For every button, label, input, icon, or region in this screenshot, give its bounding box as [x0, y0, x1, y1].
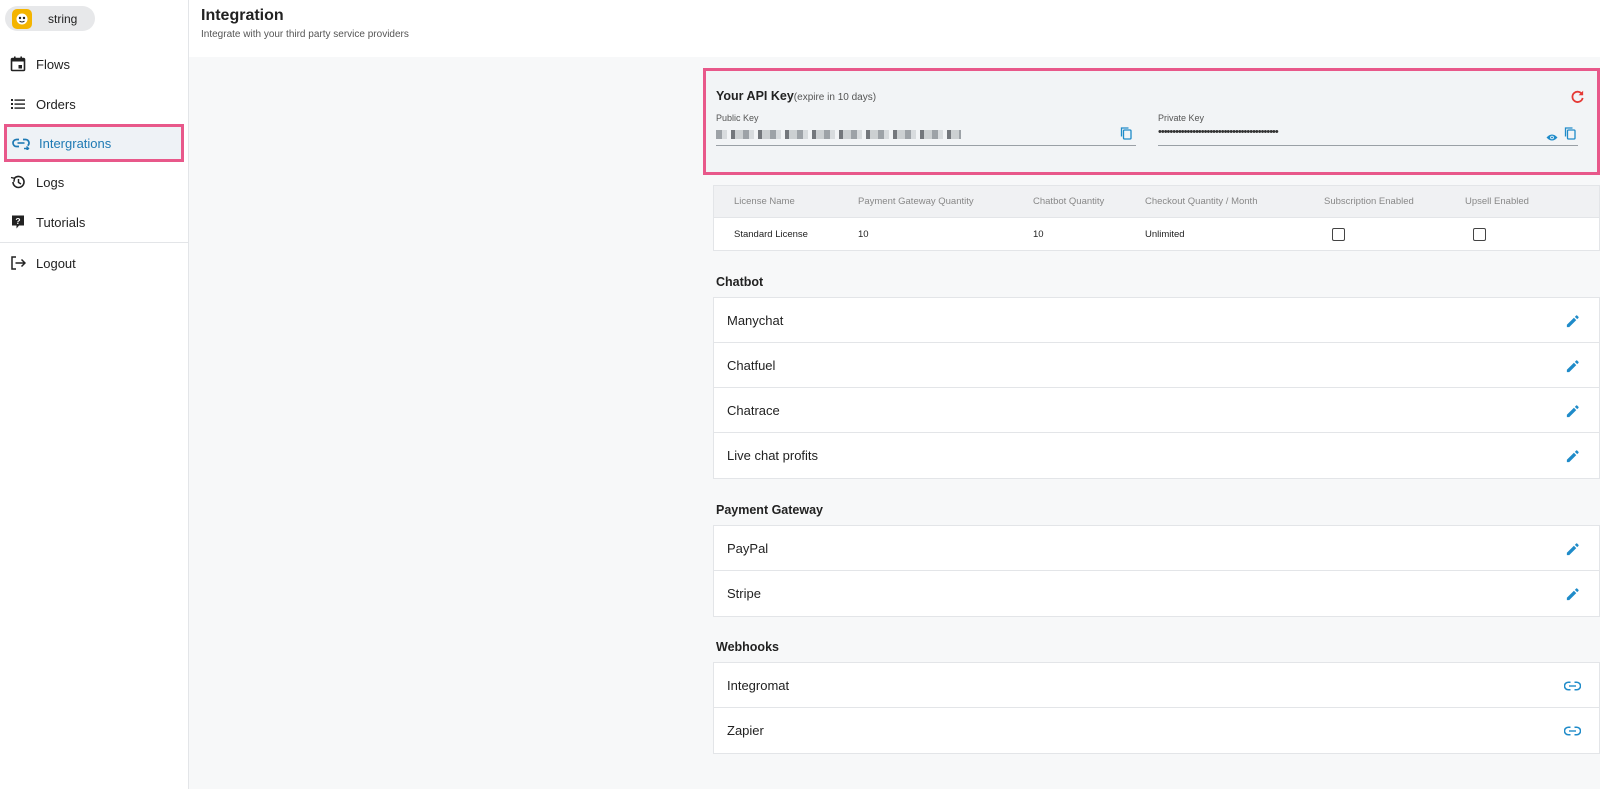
- sidebar-item-flows[interactable]: Flows: [0, 44, 188, 84]
- api-key-title: Your API Key(expire in 10 days): [716, 89, 876, 103]
- column-header: Payment Gateway Quantity: [858, 196, 974, 207]
- brand-name: string: [48, 11, 78, 26]
- list-item[interactable]: Live chat profits: [714, 433, 1599, 478]
- refresh-icon[interactable]: [1570, 89, 1585, 109]
- link-icon[interactable]: [1563, 677, 1581, 695]
- edit-icon[interactable]: [1563, 540, 1581, 558]
- list-item[interactable]: Zapier: [714, 708, 1599, 753]
- page-header: Integration Integrate with your third pa…: [189, 0, 1600, 57]
- checkout-qty-cell: Unlimited: [1145, 229, 1185, 240]
- integration-name: Integromat: [727, 678, 790, 693]
- page-title: Integration: [201, 7, 284, 24]
- integration-name: Live chat profits: [727, 448, 819, 463]
- list-item[interactable]: Stripe: [714, 571, 1599, 616]
- list-item[interactable]: Integromat: [714, 663, 1599, 708]
- edit-icon[interactable]: [1563, 585, 1581, 603]
- integration-name: Chatrace: [727, 403, 780, 418]
- calendar-icon: [9, 55, 27, 73]
- public-key-label: Public Key: [716, 113, 759, 123]
- payment-gateway-list: PayPal Stripe: [713, 525, 1600, 617]
- list-item[interactable]: Chatfuel: [714, 343, 1599, 388]
- help-icon: ?: [9, 213, 27, 231]
- page-subtitle: Integrate with your third party service …: [201, 29, 409, 40]
- api-key-title-text: Your API Key: [716, 89, 794, 103]
- public-key-value-redacted: [716, 130, 961, 139]
- integration-name: Stripe: [727, 586, 761, 601]
- section-title-payment-gateway: Payment Gateway: [716, 503, 823, 517]
- integration-name: PayPal: [727, 541, 769, 556]
- list-item[interactable]: Chatrace: [714, 388, 1599, 433]
- sidebar-item-label: Intergrations: [39, 135, 112, 151]
- brand-chip[interactable]: string: [5, 6, 95, 31]
- column-header: Checkout Quantity / Month: [1145, 196, 1258, 207]
- eye-icon[interactable]: [1546, 129, 1558, 147]
- app: string Flows Orders Intergrations Logs ?…: [0, 0, 1600, 789]
- api-key-expire: (expire in 10 days): [793, 92, 877, 103]
- payment-gateway-qty-cell: 10: [858, 229, 869, 240]
- sidebar: string Flows Orders Intergrations Logs ?…: [0, 0, 189, 789]
- upsell-enabled-checkbox[interactable]: [1473, 228, 1486, 241]
- copy-icon[interactable]: [1120, 127, 1132, 145]
- chatbot-list: Manychat Chatfuel Chatrace Live chat pro…: [713, 297, 1600, 479]
- history-icon: [9, 173, 27, 191]
- sidebar-nav: Flows Orders Intergrations Logs ? Tutori…: [0, 44, 188, 283]
- list-item[interactable]: Manychat: [714, 298, 1599, 343]
- integration-name: Zapier: [727, 723, 764, 738]
- edit-icon[interactable]: [1563, 357, 1581, 375]
- edit-icon[interactable]: [1563, 312, 1581, 330]
- column-header: License Name: [734, 196, 795, 207]
- sidebar-item-orders[interactable]: Orders: [0, 84, 188, 124]
- integration-name: Chatfuel: [727, 358, 776, 373]
- sidebar-item-label: Flows: [36, 56, 70, 72]
- public-key-field[interactable]: [716, 126, 1136, 146]
- svg-text:?: ?: [15, 216, 20, 226]
- license-table: License Name Payment Gateway Quantity Ch…: [713, 185, 1600, 251]
- sidebar-item-label: Tutorials: [36, 214, 86, 230]
- private-key-value: ••••••••••••••••••••••••••••••••••••••••…: [1158, 126, 1279, 138]
- api-key-panel: Your API Key(expire in 10 days) Public K…: [703, 68, 1600, 175]
- column-header: Subscription Enabled: [1324, 196, 1414, 207]
- sidebar-item-label: Logout: [36, 255, 76, 271]
- subscription-enabled-checkbox[interactable]: [1332, 228, 1345, 241]
- license-name-cell: Standard License: [734, 229, 808, 240]
- table-row: Standard License 10 10 Unlimited: [714, 218, 1599, 251]
- link-icon[interactable]: [1563, 722, 1581, 740]
- integration-name: Manychat: [727, 313, 784, 328]
- brand-logo-icon: [12, 8, 32, 29]
- sidebar-item-integrations[interactable]: Intergrations: [4, 124, 184, 162]
- sidebar-item-logs[interactable]: Logs: [0, 162, 188, 202]
- edit-icon[interactable]: [1563, 447, 1581, 465]
- sidebar-item-label: Orders: [36, 96, 76, 112]
- sidebar-item-label: Logs: [36, 174, 65, 190]
- list-icon: [9, 95, 27, 113]
- column-header: Chatbot Quantity: [1033, 196, 1105, 207]
- chatbot-qty-cell: 10: [1033, 229, 1044, 240]
- subscription-enabled-cell: [1332, 218, 1345, 251]
- upsell-enabled-cell: [1473, 218, 1486, 251]
- edit-icon[interactable]: [1563, 402, 1581, 420]
- link-icon: [12, 134, 30, 152]
- logout-icon: [9, 254, 27, 272]
- copy-icon[interactable]: [1564, 127, 1576, 145]
- private-key-label: Private Key: [1158, 113, 1205, 123]
- section-title-webhooks: Webhooks: [716, 640, 779, 654]
- list-item[interactable]: PayPal: [714, 526, 1599, 571]
- section-title-chatbot: Chatbot: [716, 275, 764, 289]
- sidebar-item-logout[interactable]: Logout: [0, 243, 188, 283]
- license-table-header: License Name Payment Gateway Quantity Ch…: [714, 186, 1599, 218]
- webhooks-list: Integromat Zapier: [713, 662, 1600, 754]
- column-header: Upsell Enabled: [1465, 196, 1529, 207]
- sidebar-item-tutorials[interactable]: ? Tutorials: [0, 202, 188, 242]
- private-key-field[interactable]: ••••••••••••••••••••••••••••••••••••••••…: [1158, 126, 1578, 146]
